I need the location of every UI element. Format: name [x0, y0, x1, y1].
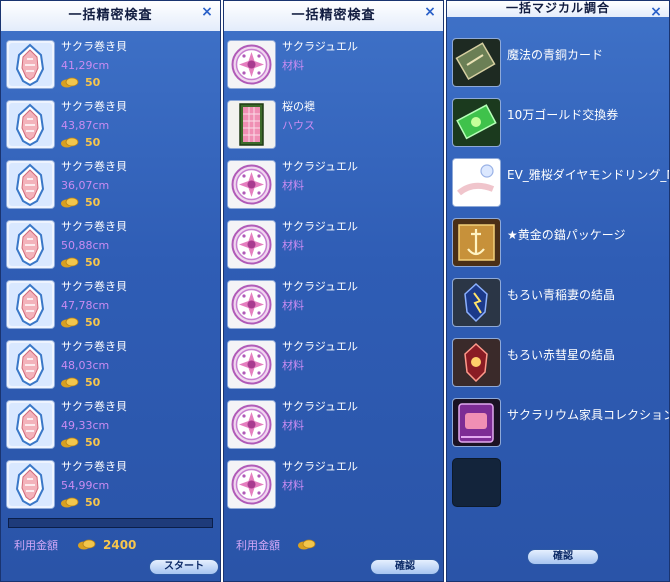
coin-icon	[61, 137, 79, 148]
coin-icon	[61, 77, 79, 88]
coin-icon	[298, 539, 316, 550]
progress-bar	[8, 518, 213, 528]
sakura-fusuma-icon[interactable]	[227, 100, 276, 149]
red-comet-crystal-icon[interactable]	[452, 338, 501, 387]
item-name: サクラ巻き貝	[61, 100, 127, 113]
sakura-shell-icon[interactable]	[6, 460, 55, 509]
fee-label: 利用金額	[14, 539, 58, 552]
item-price: 50	[85, 496, 101, 509]
item-size: 43,87cm	[61, 119, 110, 132]
item-price: 50	[85, 436, 101, 449]
magical-synthesis-panel: 一括マジカル調合 × 魔法の青銅カード 10万ゴールド交換券 EV_雅桜ダイヤモンド…	[446, 0, 670, 582]
total-cost: 2400	[103, 538, 137, 552]
coin-icon	[61, 377, 79, 388]
result-name: サクラジュエル	[282, 400, 359, 413]
gold-ticket-icon[interactable]	[452, 98, 501, 147]
sakura-jewel-icon[interactable]	[227, 40, 276, 89]
bronze-card-icon[interactable]	[452, 38, 501, 87]
diamond-ring-icon[interactable]	[452, 158, 501, 207]
item-size: 36,07cm	[61, 179, 110, 192]
item-price: 50	[85, 256, 101, 269]
panel-title: 一括精密検査	[224, 1, 443, 31]
reward-name: もろい赤彗星の結晶	[507, 348, 616, 362]
item-price: 50	[85, 376, 101, 389]
item-size: 47,78cm	[61, 299, 110, 312]
item-size: 50,88cm	[61, 239, 110, 252]
reward-name: ★黄金の錨パッケージ	[507, 228, 626, 242]
item-name: サクラ巻き貝	[61, 400, 127, 413]
confirm-button[interactable]: 確認	[370, 559, 440, 575]
sakura-shell-icon[interactable]	[6, 400, 55, 449]
sakura-shell-icon[interactable]	[6, 160, 55, 209]
sakura-shell-icon[interactable]	[6, 220, 55, 269]
furniture-collection-icon[interactable]	[452, 398, 501, 447]
result-category: 材料	[282, 179, 304, 192]
fee-label: 利用金額	[236, 539, 280, 552]
item-name: サクラ巻き貝	[61, 460, 127, 473]
result-category: 材料	[282, 359, 304, 372]
close-icon[interactable]: ×	[200, 4, 214, 20]
coin-icon	[61, 497, 79, 508]
result-name: サクラジュエル	[282, 280, 359, 293]
coin-icon	[61, 197, 79, 208]
close-icon[interactable]: ×	[649, 4, 663, 20]
coin-icon	[61, 437, 79, 448]
result-name: サクラジュエル	[282, 40, 359, 53]
sakura-jewel-icon[interactable]	[227, 400, 276, 449]
result-category: 材料	[282, 479, 304, 492]
coin-icon	[61, 257, 79, 268]
item-name: サクラ巻き貝	[61, 160, 127, 173]
batch-inspection-panel-left: 一括精密検査 × サクラ巻き貝 41,29cm 50 サクラ巻き貝 43,87cm 50 サ…	[0, 0, 221, 582]
item-price: 50	[85, 76, 101, 89]
item-price: 50	[85, 136, 101, 149]
result-name: サクラジュエル	[282, 460, 359, 473]
confirm-button[interactable]: 確認	[527, 549, 599, 565]
item-size: 41,29cm	[61, 59, 110, 72]
fusuma-art	[228, 101, 275, 148]
item-name: サクラ巻き貝	[61, 40, 127, 53]
batch-inspection-panel-middle: 一括精密検査 × サクラジュエル 材料 桜の襖 ハウス サクラジュエル 材料 サクラジュエル…	[223, 0, 444, 582]
item-size: 49,33cm	[61, 419, 110, 432]
blue-lightning-crystal-icon[interactable]	[452, 278, 501, 327]
item-price: 50	[85, 196, 101, 209]
panel-title: 一括マジカル調合	[447, 1, 669, 17]
result-category: ハウス	[282, 119, 315, 132]
result-category: 材料	[282, 239, 304, 252]
panel-title: 一括精密検査	[1, 1, 220, 31]
coin-icon	[61, 317, 79, 328]
coin-icon	[78, 539, 96, 550]
result-name: サクラジュエル	[282, 220, 359, 233]
reward-name: サクラリウム家具コレクション II	[507, 408, 670, 422]
sakura-jewel-icon[interactable]	[227, 160, 276, 209]
sakura-shell-icon[interactable]	[6, 100, 55, 149]
item-name: サクラ巻き貝	[61, 220, 127, 233]
reward-name: もろい青稲妻の結晶	[507, 288, 616, 302]
reward-name: 魔法の青銅カード	[507, 48, 604, 62]
result-category: 材料	[282, 299, 304, 312]
reward-name: EV_雅桜ダイヤモンドリング_M	[507, 168, 670, 182]
golden-anchor-package-icon[interactable]	[452, 218, 501, 267]
result-category: 材料	[282, 59, 304, 72]
result-category: 材料	[282, 419, 304, 432]
item-price: 50	[85, 316, 101, 329]
sakura-jewel-icon[interactable]	[227, 220, 276, 269]
item-name: サクラ巻き貝	[61, 340, 127, 353]
empty-slot[interactable]	[452, 458, 501, 507]
reward-name: 10万ゴールド交換券	[507, 108, 619, 122]
start-button[interactable]: スタート	[149, 559, 219, 575]
result-name: 桜の襖	[282, 100, 315, 113]
result-name: サクラジュエル	[282, 160, 359, 173]
sakura-shell-icon[interactable]	[6, 340, 55, 389]
close-icon[interactable]: ×	[423, 4, 437, 20]
item-size: 48,03cm	[61, 359, 110, 372]
item-name: サクラ巻き貝	[61, 280, 127, 293]
sakura-jewel-icon[interactable]	[227, 340, 276, 389]
sakura-shell-icon[interactable]	[6, 280, 55, 329]
sakura-jewel-icon[interactable]	[227, 280, 276, 329]
sakura-shell-icon[interactable]	[6, 40, 55, 89]
result-name: サクラジュエル	[282, 340, 359, 353]
sakura-jewel-icon[interactable]	[227, 460, 276, 509]
item-size: 54,99cm	[61, 479, 110, 492]
